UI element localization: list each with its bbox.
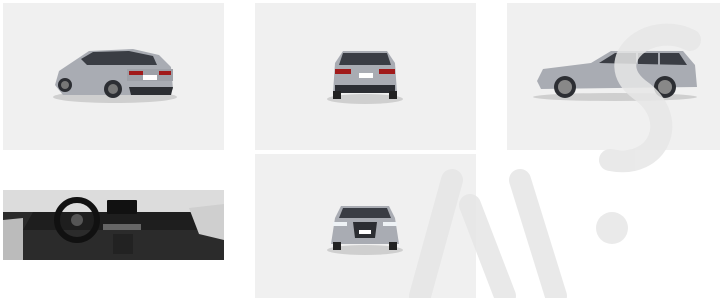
- gallery-image-side-profile[interactable]: [507, 3, 720, 150]
- car-rear-three-quarter-image: [53, 49, 177, 103]
- car-front-image: [327, 206, 403, 255]
- gallery-image-rear-three-quarter[interactable]: [3, 3, 224, 150]
- car-interior-image: [3, 190, 224, 260]
- car-rear-image: [327, 51, 403, 104]
- car-side-profile-image: [533, 51, 697, 101]
- gallery-image-interior[interactable]: [3, 190, 224, 260]
- gallery-image-front[interactable]: [255, 154, 476, 298]
- gallery-image-rear[interactable]: [255, 3, 476, 150]
